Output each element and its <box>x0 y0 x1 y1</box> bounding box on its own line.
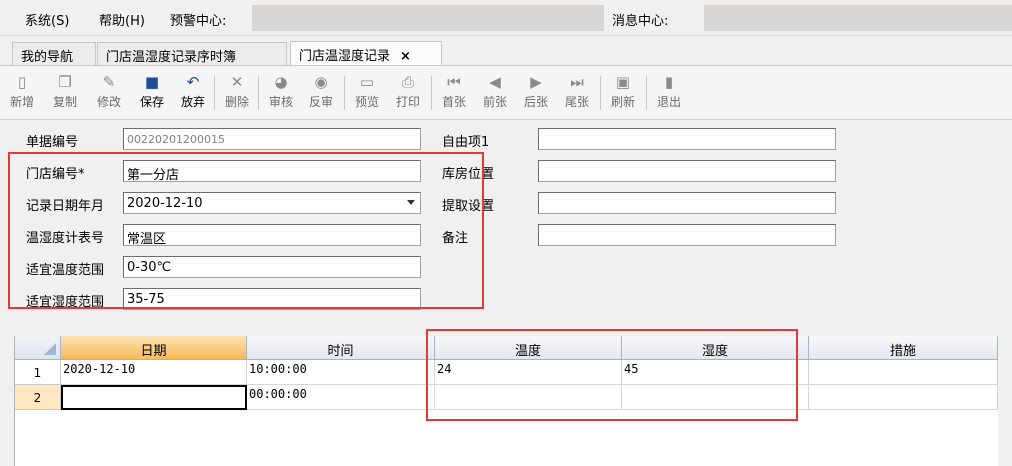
next-icon: ▶ <box>530 73 542 91</box>
location-field[interactable] <box>538 160 836 182</box>
last-icon: ⏭ <box>570 73 584 91</box>
cell-time[interactable]: 00:00:00 <box>247 385 435 410</box>
tab-my-navigation[interactable]: 我的导航 <box>12 42 96 66</box>
message-center-area[interactable] <box>704 5 1012 31</box>
delete-button[interactable]: ✕ 删除 <box>220 72 254 110</box>
toolbar: ▯ 新增 ❐ 复制 ✎ 修改 ■ 保存 ↶ 放弃 ✕ 删除 ◕ 审核 ◉ 反审 ▭ 预览 ⎙ 打印 … <box>0 66 1012 120</box>
new-document-icon: ▯ <box>17 73 27 91</box>
tab-record-journal[interactable]: 门店温湿度记录序时簿 <box>97 42 287 66</box>
prev-label: 前张 <box>482 95 507 109</box>
audit-label: 审核 <box>268 95 293 109</box>
first-button[interactable]: ⏮ 首张 <box>437 72 471 110</box>
alert-center-label: 预警中心: <box>170 14 227 29</box>
save-button[interactable]: ■ 保存 <box>135 72 169 110</box>
print-icon: ⎙ <box>401 73 414 91</box>
message-center-label: 消息中心: <box>612 14 669 29</box>
unaudit-icon: ◉ <box>314 73 328 91</box>
menu-bar: 系统(S) 帮助(H) 预警中心: 消息中心: <box>0 0 1012 36</box>
custom1-label: 自由项1 <box>442 135 490 150</box>
edit-label: 修改 <box>96 95 121 109</box>
tab-label: 门店温湿度记录 <box>299 49 391 64</box>
toolbar-separator <box>258 76 259 110</box>
tab-label: 我的导航 <box>21 50 74 65</box>
audit-icon: ◕ <box>274 73 288 91</box>
remark-field[interactable] <box>538 224 836 246</box>
tab-bar: 我的导航 门店温湿度记录序时簿 门店温湿度记录 × <box>0 36 1012 66</box>
cell-date-active[interactable] <box>61 385 247 410</box>
toolbar-separator <box>344 76 345 110</box>
next-button[interactable]: ▶ 后张 <box>519 72 553 110</box>
print-button[interactable]: ⎙ 打印 <box>391 72 425 110</box>
last-label: 尾张 <box>564 95 589 109</box>
prev-icon: ◀ <box>489 73 501 91</box>
cell-date[interactable]: 2020-12-10 <box>61 360 247 385</box>
copy-label: 复制 <box>52 95 77 109</box>
undo-icon: ↶ <box>186 73 200 91</box>
cell-measure[interactable] <box>809 385 998 410</box>
save-icon: ■ <box>144 73 160 91</box>
prev-button[interactable]: ◀ 前张 <box>478 72 512 110</box>
doc-no-field[interactable]: 00220201200015 <box>123 128 421 150</box>
row-header[interactable]: 2 <box>15 385 61 410</box>
first-icon: ⏮ <box>447 73 461 91</box>
toolbar-separator <box>600 76 601 110</box>
cell-time[interactable]: 10:00:00 <box>247 360 435 385</box>
exit-icon: ▮ <box>664 73 674 91</box>
preview-label: 预览 <box>354 95 379 109</box>
unaudit-button[interactable]: ◉ 反审 <box>304 72 338 110</box>
new-label: 新增 <box>9 95 34 109</box>
next-label: 后张 <box>523 95 548 109</box>
discard-button[interactable]: ↶ 放弃 <box>176 72 210 110</box>
unaudit-label: 反审 <box>308 95 333 109</box>
fetch-settings-field[interactable] <box>538 192 836 214</box>
toolbar-separator <box>431 76 432 110</box>
column-header-date[interactable]: 日期 <box>61 336 247 360</box>
alert-center-area[interactable] <box>252 5 604 31</box>
first-label: 首张 <box>441 95 466 109</box>
copy-icon: ❐ <box>58 73 72 91</box>
tab-store-temp-humidity-record[interactable]: 门店温湿度记录 × <box>290 41 442 66</box>
copy-button[interactable]: ❐ 复制 <box>48 72 82 110</box>
last-button[interactable]: ⏭ 尾张 <box>560 72 594 110</box>
menu-system[interactable]: 系统(S) <box>25 10 69 29</box>
highlight-box <box>8 152 484 309</box>
print-label: 打印 <box>395 95 420 109</box>
toolbar-separator <box>214 76 215 110</box>
edit-icon: ✎ <box>102 73 116 91</box>
custom1-field[interactable] <box>538 128 836 150</box>
delete-icon: ✕ <box>230 73 244 91</box>
preview-button[interactable]: ▭ 预览 <box>350 72 384 110</box>
discard-label: 放弃 <box>180 95 205 109</box>
doc-no-label: 单据编号 <box>26 135 79 150</box>
preview-icon: ▭ <box>359 73 375 91</box>
column-header-measure[interactable]: 措施 <box>809 336 998 360</box>
toolbar-separator <box>646 76 647 110</box>
exit-label: 退出 <box>656 95 681 109</box>
audit-button[interactable]: ◕ 审核 <box>264 72 298 110</box>
edit-button[interactable]: ✎ 修改 <box>92 72 126 110</box>
highlight-box <box>426 329 798 421</box>
save-label: 保存 <box>139 95 164 109</box>
grid-select-all[interactable] <box>15 336 61 360</box>
refresh-label: 刷新 <box>610 95 635 109</box>
close-icon[interactable]: × <box>400 49 411 64</box>
new-button[interactable]: ▯ 新增 <box>5 72 39 110</box>
cell-measure[interactable] <box>809 360 998 385</box>
column-header-time[interactable]: 时间 <box>247 336 435 360</box>
exit-button[interactable]: ▮ 退出 <box>652 72 686 110</box>
refresh-button[interactable]: ▣ 刷新 <box>606 72 640 110</box>
refresh-icon: ▣ <box>615 73 631 91</box>
delete-label: 删除 <box>224 95 249 109</box>
row-header[interactable]: 1 <box>15 360 61 385</box>
select-all-icon <box>44 343 56 355</box>
tab-label: 门店温湿度记录序时簿 <box>106 50 237 65</box>
menu-help[interactable]: 帮助(H) <box>99 10 145 29</box>
